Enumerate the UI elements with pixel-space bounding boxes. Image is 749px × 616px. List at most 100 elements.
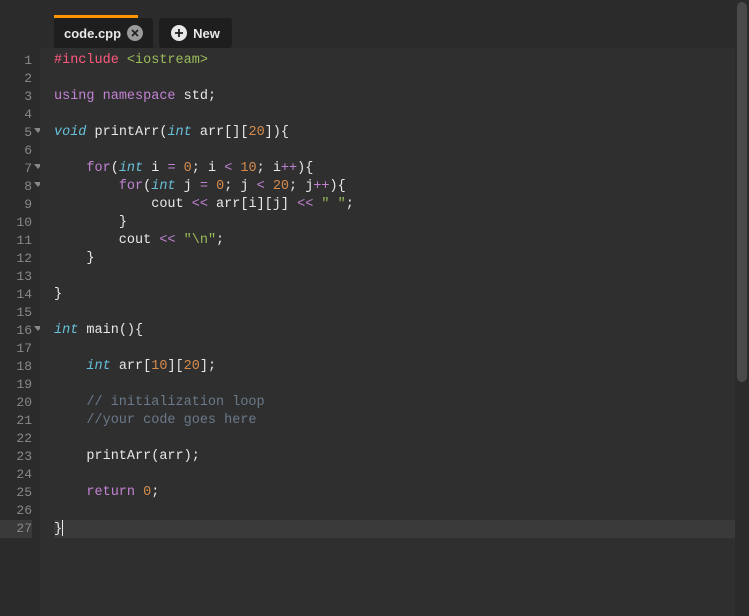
code-line[interactable]: } bbox=[54, 520, 749, 538]
token: ; bbox=[192, 449, 200, 464]
token: arr bbox=[192, 125, 224, 140]
token: namespace bbox=[103, 89, 176, 104]
code-line[interactable]: } bbox=[54, 214, 749, 232]
line-number[interactable]: 15 bbox=[0, 304, 32, 322]
token: ][ bbox=[167, 359, 183, 374]
token bbox=[54, 395, 86, 410]
token: ] bbox=[281, 197, 289, 212]
token bbox=[54, 449, 86, 464]
token: j bbox=[240, 179, 256, 194]
token: } bbox=[54, 522, 62, 537]
token: ; bbox=[216, 233, 224, 248]
token: printArr bbox=[86, 449, 151, 464]
code-line[interactable]: cout << arr[i][j] << " "; bbox=[54, 196, 749, 214]
code-line[interactable]: printArr(arr); bbox=[54, 448, 749, 466]
line-number[interactable]: 10 bbox=[0, 214, 32, 232]
tab-active[interactable]: code.cpp bbox=[54, 18, 153, 48]
line-number[interactable]: 9 bbox=[0, 196, 32, 214]
line-number[interactable]: 7 bbox=[0, 160, 32, 178]
line-number[interactable]: 13 bbox=[0, 268, 32, 286]
code-line[interactable]: using namespace std; bbox=[54, 88, 749, 106]
line-number[interactable]: 19 bbox=[0, 376, 32, 394]
token bbox=[95, 89, 103, 104]
code-line[interactable] bbox=[54, 304, 749, 322]
token bbox=[176, 89, 184, 104]
line-number[interactable]: 25 bbox=[0, 484, 32, 502]
line-number[interactable]: 27 bbox=[0, 520, 32, 538]
token: { bbox=[305, 161, 313, 176]
line-number[interactable]: 1 bbox=[0, 52, 32, 70]
token bbox=[54, 413, 86, 428]
token: ; bbox=[208, 89, 216, 104]
token bbox=[54, 359, 86, 374]
code-line[interactable]: cout << "\n"; bbox=[54, 232, 749, 250]
token: " " bbox=[321, 197, 345, 212]
token: int bbox=[119, 161, 143, 176]
token: = bbox=[167, 161, 175, 176]
token: for bbox=[119, 179, 143, 194]
line-number[interactable]: 4 bbox=[0, 106, 32, 124]
line-number[interactable]: 24 bbox=[0, 466, 32, 484]
editor-body: 1234567891011121314151617181920212223242… bbox=[0, 48, 749, 616]
line-number[interactable]: 12 bbox=[0, 250, 32, 268]
line-number[interactable]: 16 bbox=[0, 322, 32, 340]
token bbox=[119, 53, 127, 68]
code-line[interactable]: //your code goes here bbox=[54, 412, 749, 430]
code-line[interactable] bbox=[54, 466, 749, 484]
new-button-label: New bbox=[193, 26, 220, 41]
plus-icon bbox=[171, 25, 187, 41]
code-line[interactable]: void printArr(int arr[][20]){ bbox=[54, 124, 749, 142]
line-number[interactable]: 3 bbox=[0, 88, 32, 106]
line-number[interactable]: 17 bbox=[0, 340, 32, 358]
line-number[interactable]: 11 bbox=[0, 232, 32, 250]
token: int bbox=[151, 179, 175, 194]
token: 20 bbox=[273, 179, 289, 194]
token: // initialization loop bbox=[86, 395, 264, 410]
close-icon[interactable] bbox=[127, 25, 143, 41]
code-line[interactable] bbox=[54, 376, 749, 394]
code-line[interactable]: // initialization loop bbox=[54, 394, 749, 412]
code-line[interactable] bbox=[54, 142, 749, 160]
token: int bbox=[86, 359, 110, 374]
line-number[interactable]: 5 bbox=[0, 124, 32, 142]
token: <iostream> bbox=[127, 53, 208, 68]
code-line[interactable] bbox=[54, 502, 749, 520]
scrollbar-thumb[interactable] bbox=[737, 2, 747, 382]
token: ; bbox=[257, 161, 273, 176]
line-number-gutter[interactable]: 1234567891011121314151617181920212223242… bbox=[0, 48, 40, 616]
code-line[interactable]: for(int j = 0; j < 20; j++){ bbox=[54, 178, 749, 196]
code-line[interactable] bbox=[54, 430, 749, 448]
token: std bbox=[184, 89, 208, 104]
new-button[interactable]: New bbox=[159, 18, 232, 48]
code-line[interactable] bbox=[54, 340, 749, 358]
token: 0 bbox=[184, 161, 192, 176]
line-number[interactable]: 18 bbox=[0, 358, 32, 376]
code-line[interactable] bbox=[54, 268, 749, 286]
code-line[interactable]: int main(){ bbox=[54, 322, 749, 340]
token: ++ bbox=[313, 179, 329, 194]
line-number[interactable]: 6 bbox=[0, 142, 32, 160]
code-line[interactable]: return 0; bbox=[54, 484, 749, 502]
line-number[interactable]: 8 bbox=[0, 178, 32, 196]
scrollbar-vertical[interactable] bbox=[735, 0, 749, 616]
code-line[interactable]: for(int i = 0; i < 10; i++){ bbox=[54, 160, 749, 178]
line-number[interactable]: 14 bbox=[0, 286, 32, 304]
code-area[interactable]: #include <iostream> using namespace std; v… bbox=[40, 48, 749, 616]
code-line[interactable] bbox=[54, 106, 749, 124]
line-number[interactable]: 2 bbox=[0, 70, 32, 88]
token: = bbox=[200, 179, 208, 194]
token: 0 bbox=[216, 179, 224, 194]
token: j bbox=[273, 197, 281, 212]
line-number[interactable]: 20 bbox=[0, 394, 32, 412]
token: { bbox=[281, 125, 289, 140]
line-number[interactable]: 21 bbox=[0, 412, 32, 430]
code-line[interactable]: #include <iostream> bbox=[54, 52, 749, 70]
line-number[interactable]: 23 bbox=[0, 448, 32, 466]
code-line[interactable]: } bbox=[54, 250, 749, 268]
code-line[interactable]: } bbox=[54, 286, 749, 304]
code-line[interactable] bbox=[54, 70, 749, 88]
code-line[interactable]: int arr[10][20]; bbox=[54, 358, 749, 376]
token: << bbox=[297, 197, 313, 212]
line-number[interactable]: 22 bbox=[0, 430, 32, 448]
line-number[interactable]: 26 bbox=[0, 502, 32, 520]
